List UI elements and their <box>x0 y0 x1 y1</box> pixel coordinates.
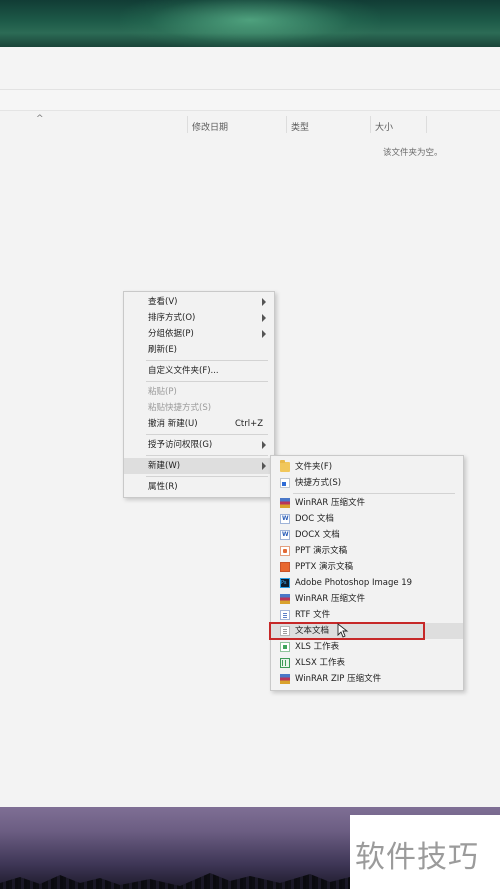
menu-item-customize-folder[interactable]: 自定义文件夹(F)... <box>124 363 274 379</box>
menu-item-new[interactable]: 新建(W) <box>124 458 274 474</box>
submenu-item-folder[interactable]: 文件夹(F) <box>271 459 463 475</box>
menu-item-properties[interactable]: 属性(R) <box>124 479 274 495</box>
aurora-glow <box>120 0 380 47</box>
submenu-item-label: DOC 文档 <box>295 514 334 524</box>
column-divider[interactable] <box>370 116 371 133</box>
explorer-toolbar <box>0 47 500 89</box>
submenu-item-label: WinRAR 压缩文件 <box>295 498 365 508</box>
submenu-item-label: 快捷方式(S) <box>295 478 342 488</box>
submenu-item-shortcut[interactable]: 快捷方式(S) <box>271 475 463 491</box>
column-divider[interactable] <box>426 116 427 133</box>
menu-item-label: 属性(R) <box>148 482 178 492</box>
xlsx-icon <box>280 658 290 668</box>
context-menu: 查看(V) 排序方式(O) 分组依据(P) 刷新(E) 自定义文件夹(F)...… <box>123 291 275 498</box>
submenu-item-label: Adobe Photoshop Image 19 <box>295 578 413 588</box>
menu-item-label: 排序方式(O) <box>148 313 196 323</box>
menu-item-label: 自定义文件夹(F)... <box>148 366 219 376</box>
menu-item-label: 粘贴(P) <box>148 387 177 397</box>
menu-item-paste[interactable]: 粘贴(P) <box>124 384 274 400</box>
winrar-zip-icon <box>280 674 290 684</box>
menu-item-label: 查看(V) <box>148 297 178 307</box>
column-header-modified[interactable]: 修改日期 <box>192 120 228 133</box>
submenu-item-docx[interactable]: DOCX 文档 <box>271 527 463 543</box>
column-divider[interactable] <box>187 116 188 133</box>
submenu-item-xlsx[interactable]: XLSX 工作表 <box>271 655 463 671</box>
sort-caret-icon[interactable]: ^ <box>36 114 44 124</box>
winrar-icon <box>280 498 290 508</box>
submenu-item-photoshop[interactable]: Adobe Photoshop Image 19 <box>271 575 463 591</box>
submenu-item-winrar-2[interactable]: WinRAR 压缩文件 <box>271 591 463 607</box>
chevron-right-icon <box>262 298 266 306</box>
menu-item-label: 撤消 新建(U) <box>148 419 198 429</box>
doc-icon <box>280 514 290 524</box>
menu-item-label: 分组依据(P) <box>148 329 194 339</box>
menu-item-paste-shortcut[interactable]: 粘贴快捷方式(S) <box>124 400 274 416</box>
docx-icon <box>280 530 290 540</box>
submenu-item-label: DOCX 文档 <box>295 530 340 540</box>
empty-folder-message: 该文件夹为空。 <box>383 148 443 158</box>
menu-item-view[interactable]: 查看(V) <box>124 294 274 310</box>
menu-item-sort-by[interactable]: 排序方式(O) <box>124 310 274 326</box>
submenu-item-label: PPT 演示文稿 <box>295 546 348 556</box>
address-bar-strip <box>0 90 500 111</box>
menu-separator <box>146 360 268 361</box>
menu-separator <box>146 455 268 456</box>
submenu-item-ppt[interactable]: PPT 演示文稿 <box>271 543 463 559</box>
menu-separator <box>146 476 268 477</box>
rtf-icon <box>280 610 290 620</box>
menu-item-shortcut: Ctrl+Z <box>235 419 264 429</box>
submenu-item-rtf[interactable]: RTF 文件 <box>271 607 463 623</box>
menu-separator <box>146 381 268 382</box>
submenu-item-label: WinRAR 压缩文件 <box>295 594 365 604</box>
submenu-item-label: WinRAR ZIP 压缩文件 <box>295 674 382 684</box>
menu-item-label: 刷新(E) <box>148 345 178 355</box>
winrar-icon <box>280 594 290 604</box>
chevron-right-icon <box>262 441 266 449</box>
submenu-item-winrar-zip[interactable]: WinRAR ZIP 压缩文件 <box>271 671 463 687</box>
column-divider[interactable] <box>286 116 287 133</box>
submenu-item-label: PPTX 演示文稿 <box>295 562 353 572</box>
menu-item-label: 粘贴快捷方式(S) <box>148 403 212 413</box>
submenu-item-label: XLSX 工作表 <box>295 658 345 668</box>
menu-separator <box>146 434 268 435</box>
desktop-wallpaper-top <box>0 0 500 47</box>
menu-item-refresh[interactable]: 刷新(E) <box>124 342 274 358</box>
chevron-right-icon <box>262 314 266 322</box>
submenu-item-pptx[interactable]: PPTX 演示文稿 <box>271 559 463 575</box>
ppt-icon <box>280 546 290 556</box>
menu-separator <box>293 493 455 494</box>
pptx-icon <box>280 562 290 572</box>
chevron-right-icon <box>262 462 266 470</box>
column-header-type[interactable]: 类型 <box>291 120 309 133</box>
submenu-item-winrar[interactable]: WinRAR 压缩文件 <box>271 495 463 511</box>
submenu-item-label: 文件夹(F) <box>295 462 333 472</box>
mouse-pointer-icon <box>337 623 349 638</box>
shortcut-icon <box>280 478 290 488</box>
menu-item-label: 授予访问权限(G) <box>148 440 213 450</box>
menu-item-label: 新建(W) <box>148 461 181 471</box>
submenu-item-label: RTF 文件 <box>295 610 331 620</box>
photoshop-icon <box>280 578 290 588</box>
submenu-item-doc[interactable]: DOC 文档 <box>271 511 463 527</box>
submenu-item-label: XLS 工作表 <box>295 642 340 652</box>
menu-item-give-access[interactable]: 授予访问权限(G) <box>124 437 274 453</box>
menu-item-group-by[interactable]: 分组依据(P) <box>124 326 274 342</box>
new-submenu: 文件夹(F) 快捷方式(S) WinRAR 压缩文件 DOC 文档 DOCX 文… <box>270 455 464 691</box>
folder-icon <box>280 460 290 472</box>
xls-icon <box>280 642 290 652</box>
menu-item-undo-new[interactable]: 撤消 新建(U) Ctrl+Z <box>124 416 274 432</box>
chevron-right-icon <box>262 330 266 338</box>
submenu-item-xls[interactable]: XLS 工作表 <box>271 639 463 655</box>
column-header-size[interactable]: 大小 <box>375 120 393 133</box>
watermark-text: 软件技巧 <box>355 840 479 875</box>
